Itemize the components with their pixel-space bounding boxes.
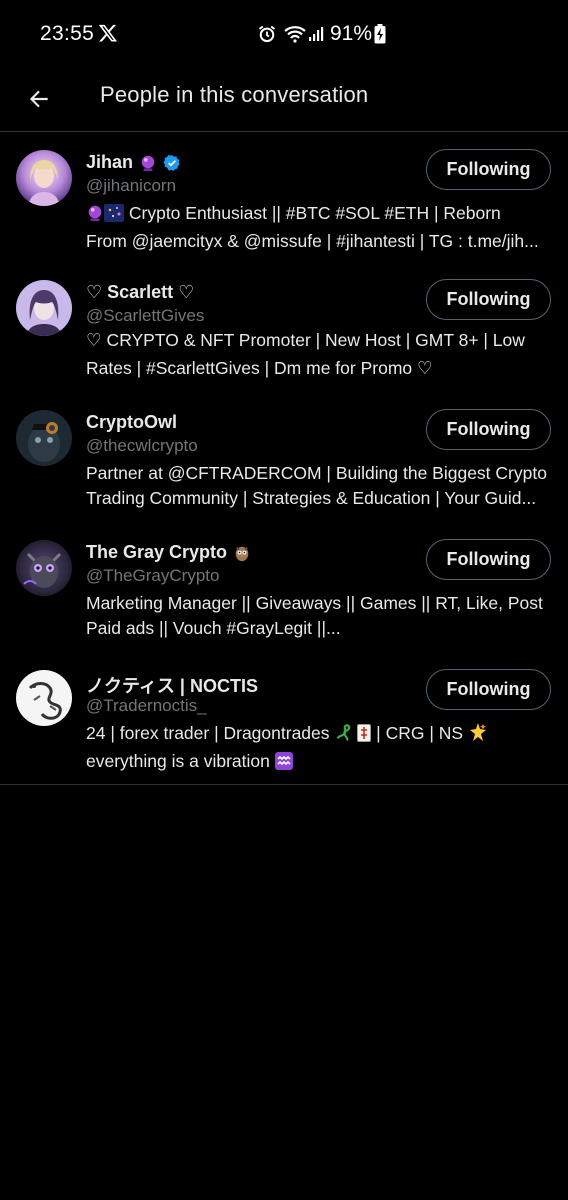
display-name[interactable]: Jihan (86, 152, 133, 173)
people-list: Jihan @jihanicorn Crypto Enthusiast || #… (0, 132, 568, 785)
handle: @TheGrayCrypto (86, 566, 220, 585)
bio-line: From @jaemcityx & @missufe | #jihantesti… (86, 231, 539, 251)
status-bar: 23:55 91% (0, 0, 568, 66)
avatar[interactable] (16, 670, 72, 726)
avatar[interactable] (16, 280, 72, 336)
person-row[interactable]: The Gray Crypto @TheGrayCrypto Marketing… (0, 522, 568, 652)
avatar[interactable] (16, 540, 72, 596)
following-button[interactable]: Following (426, 279, 551, 320)
bio-line: Trading Community | Strategies & Educati… (86, 488, 537, 508)
avatar[interactable] (16, 150, 72, 206)
mahjong-icon (357, 724, 372, 749)
alarm-icon (257, 24, 277, 49)
crystal-ball-icon (86, 204, 104, 229)
bio-line: ♡ CRYPTO & NFT Promoter | New Host | GMT… (86, 330, 525, 350)
handle: @thecwlcrypto (86, 436, 198, 455)
handle: @jihanicorn (86, 176, 177, 195)
avatar[interactable] (16, 410, 72, 466)
sparkle-star-icon (468, 722, 488, 749)
handle: @Tradernoctis_ (86, 696, 207, 715)
person-row[interactable]: Jihan @jihanicorn Crypto Enthusiast || #… (0, 132, 568, 262)
back-arrow-icon (29, 90, 48, 108)
bio: 24 | forex trader | Dragontrades | CRG |… (86, 721, 556, 777)
handle: @ScarlettGives (86, 306, 205, 325)
person-row[interactable]: ノクティス | NOCTIS @Tradernoctis_ 24 | forex… (0, 652, 568, 785)
dragon-icon (334, 724, 352, 749)
back-button[interactable] (18, 78, 60, 120)
bio-line: Rates | #ScarlettGives | Dm me for Promo… (86, 358, 433, 378)
night-sky-icon (104, 204, 124, 229)
bio: Marketing Manager || Giveaways || Games … (86, 591, 556, 641)
header: People in this conversation (0, 66, 568, 132)
page-title: People in this conversation (100, 82, 369, 107)
display-name[interactable]: ♡ Scarlett ♡ (86, 282, 194, 303)
display-name-line[interactable]: Jihan (86, 152, 181, 173)
following-button[interactable]: Following (426, 669, 551, 710)
display-name-line[interactable]: CryptoOwl (86, 412, 177, 433)
status-time: 23:55 (40, 22, 95, 45)
bio-line: Crypto Enthusiast || #BTC #SOL #ETH | Re… (86, 201, 556, 229)
person-row[interactable]: ♡ Scarlett ♡ @ScarlettGives ♡ CRYPTO & N… (0, 262, 568, 392)
battery-percent: 91% (330, 22, 373, 45)
display-name[interactable]: The Gray Crypto (86, 542, 227, 563)
display-name-line[interactable]: ♡ Scarlett ♡ (86, 282, 194, 303)
verified-badge-icon (163, 154, 181, 172)
following-button[interactable]: Following (426, 409, 551, 450)
bio: ♡ CRYPTO & NFT Promoter | New Host | GMT… (86, 326, 556, 382)
display-name[interactable]: CryptoOwl (86, 412, 177, 433)
person-row[interactable]: CryptoOwl @thecwlcrypto Partner at @CFTR… (0, 392, 568, 522)
bio-line: Marketing Manager || Giveaways || Games … (86, 593, 543, 613)
crystal-ball-icon (139, 154, 157, 172)
bio: Crypto Enthusiast || #BTC #SOL #ETH | Re… (86, 201, 556, 254)
display-name-line[interactable]: ノクティス | NOCTIS (86, 672, 258, 698)
owl-icon (233, 544, 251, 562)
bio-line: Paid ads || Vouch #GrayLegit ||... (86, 618, 341, 638)
battery-charging-icon (374, 24, 386, 49)
following-button[interactable]: Following (426, 149, 551, 190)
following-button[interactable]: Following (426, 539, 551, 580)
aquarius-icon (274, 752, 293, 777)
bio-line: 24 | forex trader | Dragontrades | CRG |… (86, 721, 556, 749)
x-logo-icon (98, 23, 118, 43)
display-name[interactable]: ノクティス | NOCTIS (86, 672, 258, 698)
signal-icon (308, 26, 324, 47)
display-name-line[interactable]: The Gray Crypto (86, 542, 251, 563)
bio-line: everything is a vibration (86, 749, 556, 777)
wifi-icon (283, 24, 307, 49)
bio: Partner at @CFTRADERCOM | Building the B… (86, 461, 556, 511)
bio-line: Partner at @CFTRADERCOM | Building the B… (86, 463, 547, 483)
